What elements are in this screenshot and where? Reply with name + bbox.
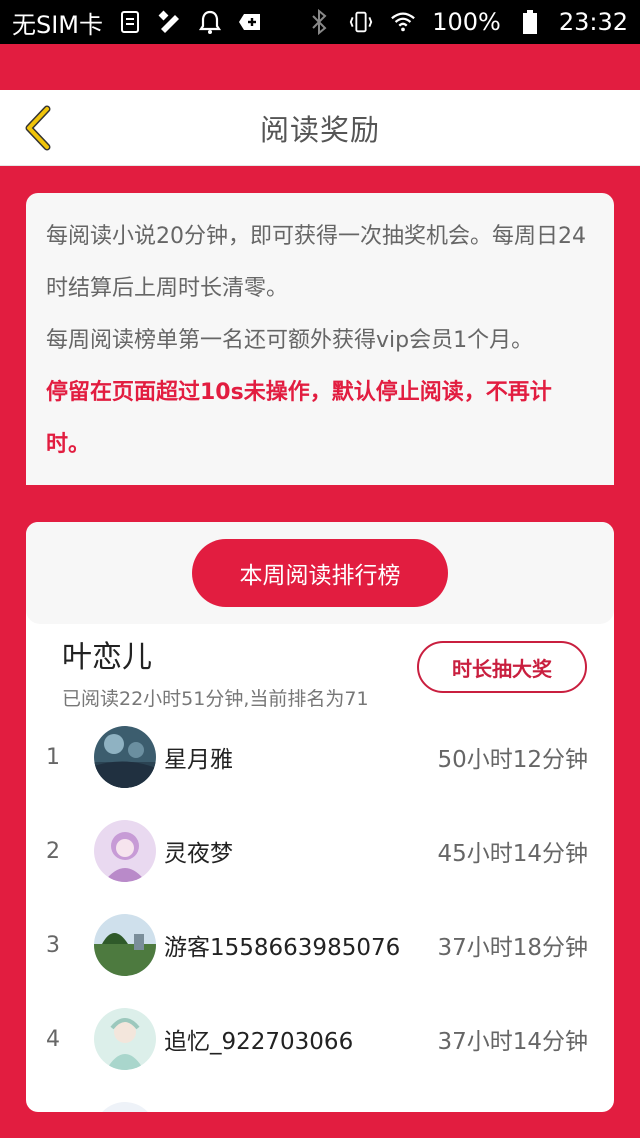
avatar — [94, 820, 156, 882]
vibrate-icon — [348, 9, 374, 35]
wifi-icon — [390, 9, 416, 35]
user-name: 游客1558663985076 — [164, 935, 401, 961]
rank-number: 1 — [46, 744, 60, 770]
reading-time: 37小时18分钟 — [437, 935, 588, 961]
ranking-list: 1 星月雅 50小时12分钟 2 灵夜梦 45小时14分钟 3 游客155866… — [26, 710, 614, 1086]
nav-bar: 阅读奖励 — [0, 90, 640, 166]
ranking-row[interactable]: 3 游客1558663985076 37小时18分钟 — [26, 898, 614, 992]
avatar — [94, 914, 156, 976]
ranking-card: 本周阅读排行榜 叶恋儿 已阅读22小时51分钟,当前排名为71 时长抽大奖 1 … — [26, 522, 614, 1112]
tools-icon — [157, 9, 183, 35]
warning-text: 停留在页面超过10s未操作，默认停止阅读，不再计时。 — [46, 380, 552, 457]
clock-text: 23:32 — [558, 8, 628, 36]
lucky-draw-button[interactable]: 时长抽大奖 — [417, 641, 587, 693]
user-name: 星月雅 — [164, 747, 233, 773]
rules-card: 每阅读小说20分钟，即可获得一次抽奖机会。每周日24时结算后上周时长清零。 每周… — [26, 193, 614, 485]
battery-icon — [517, 9, 543, 35]
my-reading-info: 已阅读22小时51分钟,当前排名为71 — [62, 688, 369, 710]
user-name: 灵夜梦 — [164, 841, 233, 867]
rank-number: 2 — [46, 838, 60, 864]
rank-number: 4 — [46, 1026, 60, 1052]
reading-time: 50小时12分钟 — [437, 747, 588, 773]
reading-time: 45小时14分钟 — [437, 841, 588, 867]
status-bar: 无SIM卡 100% 23:32 — [0, 0, 640, 44]
ranking-row[interactable]: 4 追忆_922703066 37小时14分钟 — [26, 992, 614, 1086]
document-icon — [117, 9, 143, 35]
ranking-row[interactable]: 2 灵夜梦 45小时14分钟 — [26, 804, 614, 898]
bell-icon — [197, 9, 223, 35]
page-title: 阅读奖励 — [259, 112, 380, 147]
weekly-ranking-button[interactable]: 本周阅读排行榜 — [192, 539, 448, 607]
rule-text-2: 每周阅读榜单第一名还可额外获得vip会员1个月。 — [46, 328, 534, 353]
back-button[interactable] — [14, 104, 62, 152]
reading-time: 37小时14分钟 — [437, 1029, 588, 1055]
rank-number: 3 — [46, 932, 60, 958]
my-name: 叶恋儿 — [62, 640, 152, 675]
rule-text-1: 每阅读小说20分钟，即可获得一次抽奖机会。每周日24时结算后上周时长清零。 — [46, 224, 586, 301]
battery-text: 100% — [432, 8, 501, 36]
user-name: 追忆_922703066 — [164, 1029, 354, 1055]
ranking-row[interactable]: 1 星月雅 50小时12分钟 — [26, 710, 614, 804]
bluetooth-icon — [306, 9, 332, 35]
avatar — [94, 726, 156, 788]
carrier-text: 无SIM卡 — [12, 10, 104, 39]
chevron-left-icon — [25, 105, 51, 151]
avatar — [94, 1008, 156, 1070]
plus-tag-icon — [237, 9, 263, 35]
avatar — [94, 1102, 156, 1112]
